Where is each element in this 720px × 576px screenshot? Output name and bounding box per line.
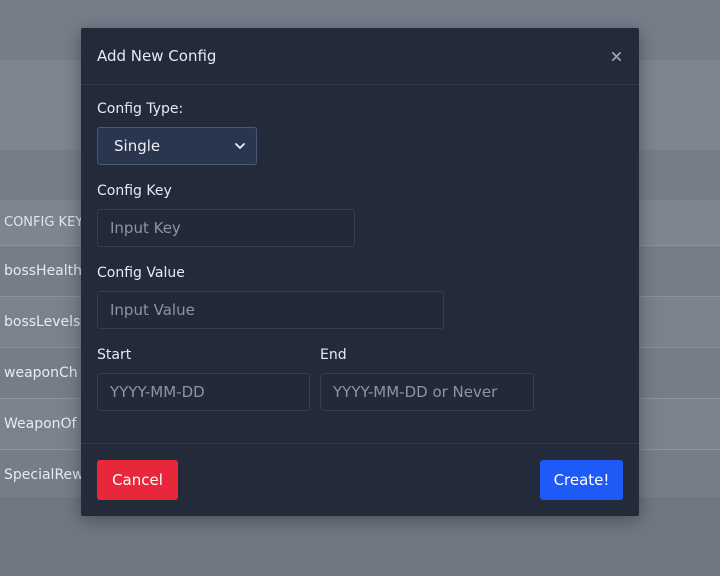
chevron-down-icon <box>235 143 245 149</box>
close-icon-glyph <box>611 51 621 61</box>
modal-footer: Cancel Create! <box>81 443 639 516</box>
config-type-select[interactable]: Single <box>97 127 257 165</box>
cancel-button[interactable]: Cancel <box>97 460 178 500</box>
modal-title: Add New Config <box>97 47 217 65</box>
config-key-input[interactable] <box>97 209 355 247</box>
end-date-input[interactable] <box>320 373 534 411</box>
modal-header: Add New Config <box>81 28 639 85</box>
config-type-selected: Single <box>114 137 161 155</box>
create-button[interactable]: Create! <box>540 460 623 500</box>
start-label: Start <box>97 347 132 363</box>
config-type-label: Config Type: <box>97 101 184 117</box>
end-label: End <box>320 347 347 363</box>
start-date-group: Start <box>97 347 320 411</box>
config-value-input[interactable] <box>97 291 444 329</box>
close-icon[interactable] <box>609 49 623 63</box>
start-date-input[interactable] <box>97 373 310 411</box>
end-date-group: End <box>320 347 534 411</box>
config-value-label: Config Value <box>97 265 185 281</box>
add-config-modal: Add New Config Config Type: Single Confi… <box>81 28 639 516</box>
modal-body: Config Type: Single Config Key Config Va… <box>81 85 639 411</box>
date-row: Start End <box>97 347 623 411</box>
config-key-label: Config Key <box>97 183 172 199</box>
